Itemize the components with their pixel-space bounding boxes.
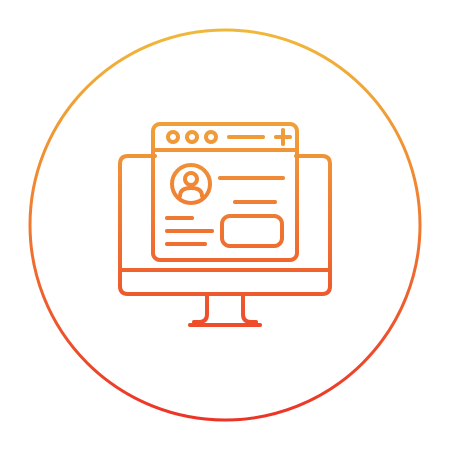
outer-ring <box>28 28 422 422</box>
plus-icon <box>274 128 292 146</box>
window-dot-2 <box>185 130 199 144</box>
window-dot-3 <box>204 130 218 144</box>
illustration-canvas <box>0 0 450 450</box>
monitor-profile-illustration <box>28 28 422 422</box>
content-box <box>220 214 284 248</box>
user-avatar-icon <box>170 163 212 205</box>
browser-window-icon <box>151 122 299 262</box>
window-dot-1 <box>166 130 180 144</box>
monitor-stand <box>192 292 258 324</box>
